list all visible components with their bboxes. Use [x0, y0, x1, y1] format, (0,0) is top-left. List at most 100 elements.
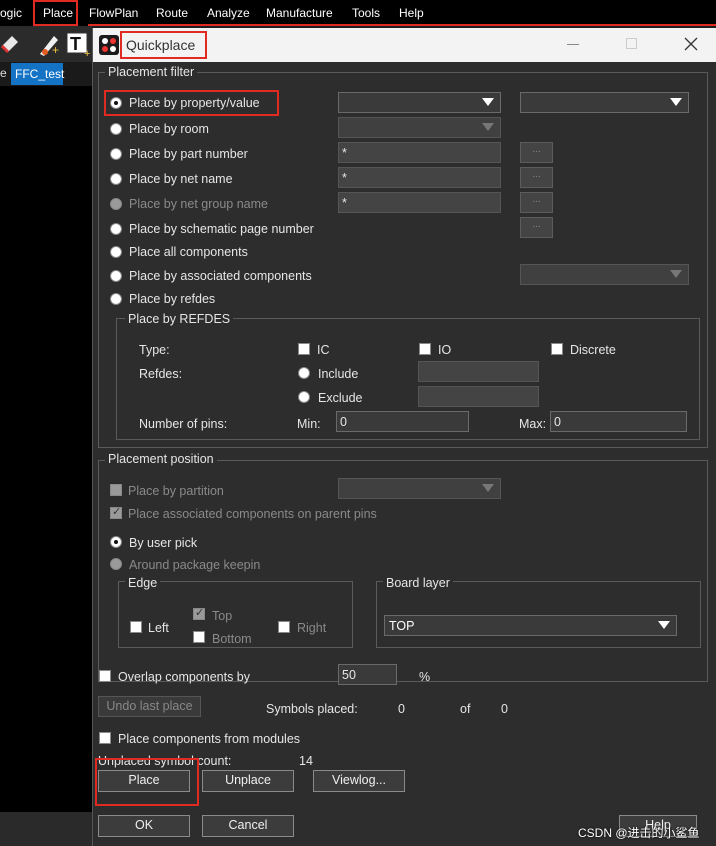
edge-bottom-label: Bottom — [212, 632, 252, 646]
type-io-checkbox[interactable] — [419, 343, 431, 355]
radio-exclude[interactable] — [298, 391, 310, 403]
associated-select[interactable] — [520, 264, 689, 285]
refdes-label: Refdes: — [139, 367, 183, 381]
min-pins-input[interactable]: 0 — [336, 411, 469, 432]
label-all-components: Place all components — [129, 245, 248, 259]
of-label: of — [460, 702, 471, 716]
symbols-placed-value: 0 — [398, 702, 405, 716]
max-pins-input[interactable]: 0 — [550, 411, 687, 432]
include-label: Include — [318, 367, 359, 381]
eraser-tool-icon[interactable] — [0, 32, 20, 56]
edit-pen-icon[interactable]: + — [36, 30, 62, 58]
close-icon[interactable] — [684, 37, 698, 51]
canvas-area[interactable] — [0, 86, 92, 846]
net-group-input[interactable]: * — [338, 192, 501, 213]
board-layer-label: Board layer — [383, 576, 453, 590]
menu-logic[interactable]: ogic — [0, 6, 22, 20]
radio-property-value[interactable] — [110, 97, 122, 109]
edge-right-label: Right — [297, 621, 327, 635]
value-select[interactable] — [520, 92, 689, 113]
label-refdes: Place by refdes — [129, 292, 216, 306]
schematic-page-browse-button[interactable]: ... — [520, 217, 553, 238]
tab-strip: e FFC_test — [0, 62, 92, 86]
radio-associated-components[interactable] — [110, 270, 122, 282]
radio-all-components[interactable] — [110, 246, 122, 258]
net-name-browse-button[interactable]: ... — [520, 167, 553, 188]
minimize-icon[interactable] — [567, 44, 579, 46]
menu-route[interactable]: Route — [156, 6, 188, 20]
pins-label: Number of pins: — [139, 417, 228, 431]
overlap-unit: % — [419, 670, 431, 684]
overlap-checkbox[interactable] — [99, 670, 111, 682]
toolbar: + T + — [0, 26, 92, 62]
menu-bar: ogic Place FlowPlan Route Analyze Manufa… — [0, 0, 716, 26]
net-name-input[interactable]: * — [338, 167, 501, 188]
placement-filter-label: Placement filter — [105, 65, 198, 79]
menu-flowplan[interactable]: FlowPlan — [89, 6, 138, 20]
net-group-browse-button[interactable]: ... — [520, 192, 553, 213]
radio-schematic-page[interactable] — [110, 223, 122, 235]
radio-user-pick[interactable] — [110, 536, 122, 548]
part-number-input[interactable]: * — [338, 142, 501, 163]
radio-part-number[interactable] — [110, 148, 122, 160]
by-partition-checkbox[interactable] — [110, 484, 122, 496]
radio-refdes[interactable] — [110, 293, 122, 305]
property-select[interactable] — [338, 92, 501, 113]
svg-text:T: T — [70, 34, 81, 54]
symbols-placed-label: Symbols placed: — [266, 702, 358, 716]
edge-left-checkbox[interactable] — [130, 621, 142, 633]
partition-select[interactable] — [338, 478, 501, 499]
include-input[interactable] — [418, 361, 539, 382]
menu-analyze[interactable]: Analyze — [207, 6, 250, 20]
of-value: 0 — [501, 702, 508, 716]
text-tool-icon[interactable]: T + — [66, 30, 92, 58]
radio-room[interactable] — [110, 123, 122, 135]
label-property-value: Place by property/value — [129, 96, 260, 110]
menu-help[interactable]: Help — [399, 6, 424, 20]
edge-group-label: Edge — [125, 576, 161, 590]
edge-left-label: Left — [148, 621, 169, 635]
radio-around-keepin[interactable] — [110, 558, 122, 570]
unplace-button[interactable]: Unplace — [202, 770, 294, 792]
radio-net-name[interactable] — [110, 173, 122, 185]
edge-bottom-checkbox[interactable] — [193, 631, 205, 643]
around-keepin-label: Around package keepin — [129, 558, 261, 572]
modules-checkbox[interactable] — [99, 732, 111, 744]
label-part-number: Place by part number — [129, 147, 248, 161]
quickplace-dialog: Quickplace Placement filter Place by pro… — [92, 28, 716, 846]
watermark: CSDN @进击的小鲨鱼 — [578, 826, 700, 840]
board-layer-value: TOP — [389, 619, 415, 633]
room-select[interactable] — [338, 117, 501, 138]
board-layer-select[interactable]: TOP — [384, 615, 677, 636]
undo-last-place-button[interactable]: Undo last place — [98, 696, 201, 717]
part-number-browse-button[interactable]: ... — [520, 142, 553, 163]
radio-include[interactable] — [298, 367, 310, 379]
place-menu-highlight — [33, 0, 78, 26]
type-io-label: IO — [438, 343, 452, 357]
label-net-name: Place by net name — [129, 172, 233, 186]
user-pick-label: By user pick — [129, 536, 198, 550]
overlap-label: Overlap components by — [118, 670, 251, 684]
exclude-label: Exclude — [318, 391, 363, 405]
edge-right-checkbox[interactable] — [278, 621, 290, 633]
type-ic-label: IC — [317, 343, 330, 357]
type-ic-checkbox[interactable] — [298, 343, 310, 355]
edge-top-checkbox[interactable] — [193, 606, 205, 620]
associated-parent-checkbox[interactable] — [110, 505, 122, 519]
radio-net-group[interactable] — [110, 198, 122, 210]
menu-tools[interactable]: Tools — [352, 6, 380, 20]
menu-manufacture[interactable]: Manufacture — [266, 6, 333, 20]
modules-label: Place components from modules — [118, 732, 301, 746]
viewlog-button[interactable]: Viewlog... — [313, 770, 405, 792]
maximize-icon[interactable] — [626, 38, 638, 50]
ok-button[interactable]: OK — [98, 815, 190, 837]
tab-ffc-test[interactable]: FFC_test — [11, 63, 64, 85]
tab-left-partial[interactable]: e — [0, 66, 7, 80]
unplaced-count-value: 14 — [299, 754, 313, 768]
overlap-input[interactable]: 50 — [338, 664, 397, 685]
label-schematic-page: Place by schematic page number — [129, 222, 314, 236]
place-button-highlight — [95, 758, 199, 806]
cancel-button[interactable]: Cancel — [202, 815, 294, 837]
type-discrete-checkbox[interactable] — [551, 343, 563, 355]
exclude-input[interactable] — [418, 386, 539, 407]
